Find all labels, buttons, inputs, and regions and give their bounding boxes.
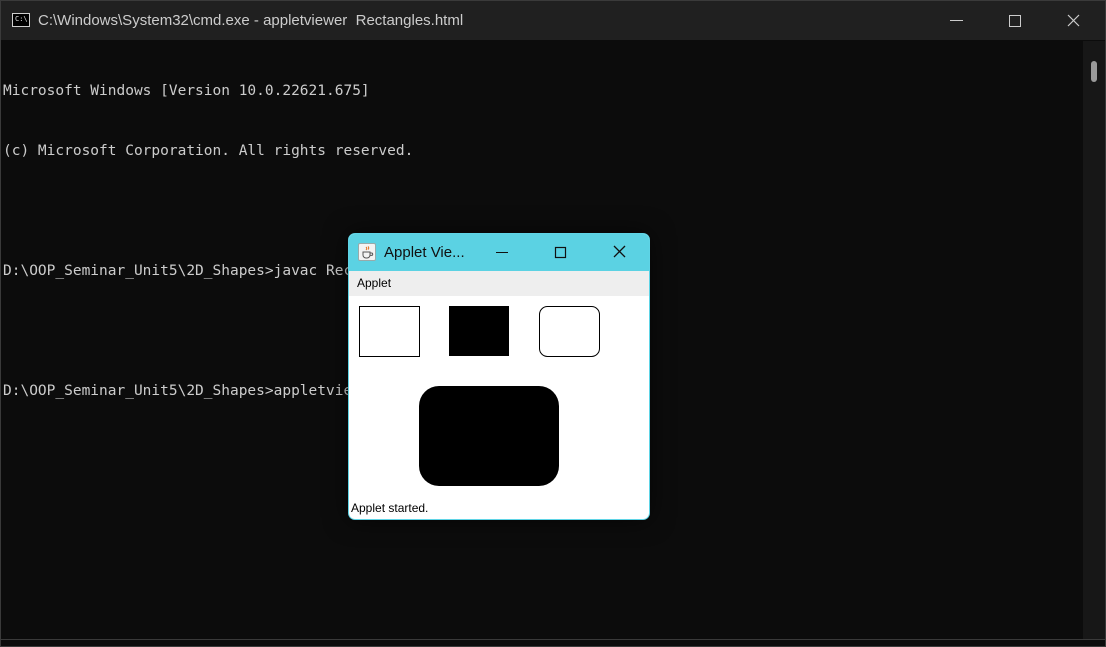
applet-minimize-button[interactable] xyxy=(473,234,531,271)
maximize-icon xyxy=(554,246,567,259)
cmd-minimize-button[interactable] xyxy=(928,1,986,40)
java-cup-icon xyxy=(358,243,376,261)
close-icon xyxy=(613,245,626,258)
outlined-rounded-rectangle xyxy=(539,306,600,357)
cmd-close-button[interactable] xyxy=(1045,1,1103,40)
applet-close-button[interactable] xyxy=(590,234,648,271)
cmd-icon: C:\ xyxy=(12,13,30,27)
scrollbar-track[interactable] xyxy=(1083,41,1105,639)
minimize-icon xyxy=(950,20,963,21)
applet-drawing xyxy=(359,306,600,486)
scrollbar-thumb[interactable] xyxy=(1091,61,1097,82)
console-line: (c) Microsoft Corporation. All rights re… xyxy=(3,143,414,159)
console-line: Microsoft Windows [Version 10.0.22621.67… xyxy=(3,83,370,99)
applet-viewer-window: Applet Vie... Applet Applet started. xyxy=(348,233,650,520)
applet-window-title: Applet Vie... xyxy=(384,244,465,261)
cmd-window-title: C:\Windows\System32\cmd.exe - appletview… xyxy=(38,12,464,29)
applet-status: Applet started. xyxy=(351,501,429,515)
filled-rectangle xyxy=(449,306,509,356)
outlined-rectangle xyxy=(359,306,420,357)
window-bottom-border xyxy=(1,639,1105,640)
cmd-titlebar[interactable]: C:\ C:\Windows\System32\cmd.exe - applet… xyxy=(1,1,1105,40)
cmd-maximize-button[interactable] xyxy=(986,1,1044,40)
applet-maximize-button[interactable] xyxy=(531,234,589,271)
applet-titlebar[interactable]: Applet Vie... xyxy=(349,234,649,271)
applet-canvas xyxy=(349,296,649,501)
maximize-icon xyxy=(1009,15,1021,27)
filled-rounded-rectangle xyxy=(419,386,559,486)
cmd-icon-text: C:\ xyxy=(15,15,28,23)
applet-menu[interactable]: Applet xyxy=(357,276,391,290)
applet-menubar: Applet xyxy=(349,271,649,296)
minimize-icon xyxy=(496,252,508,253)
close-icon xyxy=(1067,14,1080,27)
